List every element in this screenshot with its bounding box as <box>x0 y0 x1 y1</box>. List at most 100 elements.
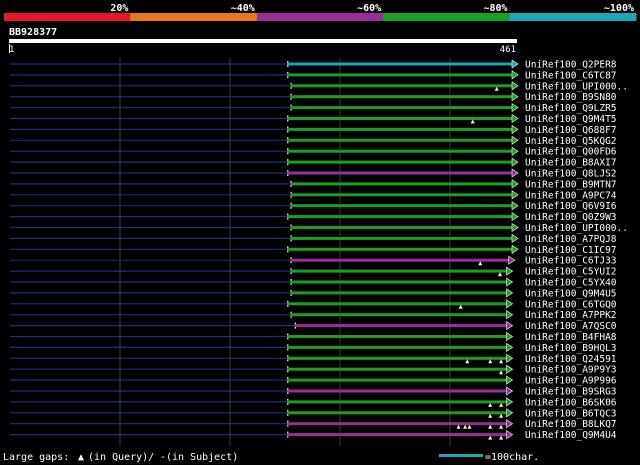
hit-bar[interactable] <box>290 193 512 197</box>
hit-label[interactable]: UniRef100_Q5KQG2 <box>525 136 617 147</box>
hit-row[interactable]: UniRef100_B9HQL3 <box>10 342 617 354</box>
hit-bar[interactable] <box>290 313 507 317</box>
hit-label[interactable]: UniRef100_Q24591 <box>525 354 617 365</box>
hit-row[interactable]: UniRef100_C1IC97 <box>10 244 617 256</box>
hit-bar[interactable] <box>287 378 507 382</box>
hit-label[interactable]: UniRef100_Q6V9I6 <box>525 201 617 212</box>
hit-bar[interactable] <box>287 400 507 404</box>
hit-bar[interactable] <box>290 182 512 186</box>
hit-row[interactable]: UniRef100_UPI000.. <box>10 81 628 92</box>
hit-label[interactable]: UniRef100_Q688F7 <box>525 125 617 136</box>
hit-label[interactable]: UniRef100_C5YX40 <box>525 278 617 289</box>
hit-label[interactable]: UniRef100_C5YUI2 <box>525 267 617 278</box>
hit-row[interactable]: UniRef100_Q9M4U4 <box>10 430 617 441</box>
hit-bar[interactable] <box>290 291 507 295</box>
hit-bar[interactable] <box>290 226 512 229</box>
hit-bar[interactable] <box>290 95 512 99</box>
hit-label[interactable]: UniRef100_UPI000.. <box>525 223 628 234</box>
hit-bar[interactable] <box>287 138 512 142</box>
hit-row[interactable]: UniRef100_Q9LZR5 <box>10 103 617 114</box>
hit-row[interactable]: UniRef100_Q9M4U5 <box>10 288 617 299</box>
hit-bar[interactable] <box>290 236 512 240</box>
hit-row[interactable]: UniRef100_C6TC87 <box>10 70 617 81</box>
hit-row[interactable]: UniRef100_Q24591 <box>10 353 617 365</box>
hit-row[interactable]: UniRef100_B4FHA8 <box>10 331 617 343</box>
hit-bar[interactable] <box>287 367 507 371</box>
hit-label[interactable]: UniRef100_B9SRG3 <box>525 387 617 398</box>
hit-row[interactable]: UniRef100_A7PPK2 <box>10 310 617 321</box>
hit-row[interactable]: UniRef100_A9P996 <box>10 375 617 387</box>
hit-label[interactable]: UniRef100_B4FHA8 <box>525 332 617 343</box>
hit-label[interactable]: UniRef100_Q8LJS2 <box>525 169 617 180</box>
hit-bar[interactable] <box>287 411 507 415</box>
hit-bar[interactable] <box>287 302 507 306</box>
hit-row[interactable]: UniRef100_Q0Z9W3 <box>10 212 617 223</box>
hit-bar[interactable] <box>287 73 512 77</box>
hit-bar[interactable] <box>287 160 512 164</box>
hit-bar[interactable] <box>287 149 512 153</box>
hit-bar[interactable] <box>287 422 507 426</box>
hit-row[interactable]: UniRef100_Q2PER8 <box>10 59 617 71</box>
hit-row[interactable]: UniRef100_C6TJ33 <box>10 255 617 267</box>
hit-bar[interactable] <box>287 335 507 338</box>
hit-row[interactable]: UniRef100_C5YX40 <box>10 277 617 289</box>
hit-bar[interactable] <box>287 117 512 120</box>
hit-row[interactable]: UniRef100_Q00FD6 <box>10 146 617 158</box>
hit-row[interactable]: UniRef100_A7PQJ8 <box>10 233 617 245</box>
hit-label[interactable]: UniRef100_A7QSC0 <box>525 321 617 332</box>
hit-bar[interactable] <box>287 345 507 349</box>
hit-label[interactable]: UniRef100_Q00FD6 <box>525 147 617 158</box>
hit-bar[interactable] <box>287 62 512 66</box>
hit-label[interactable]: UniRef100_C6TC87 <box>525 70 617 81</box>
hit-bar[interactable] <box>287 389 507 393</box>
hit-bar[interactable] <box>290 204 512 208</box>
hit-row[interactable]: UniRef100_B8AXI7 <box>10 157 617 169</box>
hit-label[interactable]: UniRef100_C6TGQ0 <box>525 299 617 310</box>
hit-row[interactable]: UniRef100_B9SN80 <box>10 92 617 103</box>
hit-row[interactable]: UniRef100_B8LKQ7 <box>10 419 617 430</box>
hit-row[interactable]: UniRef100_A9PC74 <box>10 190 617 201</box>
hit-label[interactable]: UniRef100_UPI000.. <box>525 81 628 92</box>
hit-label[interactable]: UniRef100_A9PC74 <box>525 190 617 201</box>
hit-bar[interactable] <box>290 84 512 88</box>
hit-bar[interactable] <box>287 247 512 251</box>
hit-label[interactable]: UniRef100_A9P9Y3 <box>525 365 617 376</box>
hit-bar[interactable] <box>290 258 509 262</box>
hit-label[interactable]: UniRef100_B8AXI7 <box>525 158 617 169</box>
hit-label[interactable]: UniRef100_Q2PER8 <box>525 60 617 71</box>
hit-row[interactable]: UniRef100_C5YUI2 <box>10 266 617 278</box>
hit-row[interactable]: UniRef100_B9MTN7 <box>10 179 617 190</box>
hit-bar[interactable] <box>290 269 507 273</box>
hit-row[interactable]: UniRef100_UPI000.. <box>10 222 628 234</box>
hit-row[interactable]: UniRef100_B6SK06 <box>10 397 617 408</box>
hit-bar[interactable] <box>290 106 512 110</box>
hit-row[interactable]: UniRef100_Q8LJS2 <box>10 168 617 180</box>
hit-row[interactable]: UniRef100_C6TGQ0 <box>10 299 617 310</box>
hit-bar[interactable] <box>287 433 507 437</box>
hit-label[interactable]: UniRef100_A7PQJ8 <box>525 234 617 245</box>
hit-row[interactable]: UniRef100_B9SRG3 <box>10 386 617 398</box>
hit-bar[interactable] <box>287 356 507 360</box>
hit-row[interactable]: UniRef100_Q6V9I6 <box>10 201 617 212</box>
hit-row[interactable]: UniRef100_Q5KQG2 <box>10 135 617 147</box>
hit-label[interactable]: UniRef100_B6SK06 <box>525 397 617 408</box>
hit-row[interactable]: UniRef100_B6TQC3 <box>10 408 617 419</box>
hit-label[interactable]: UniRef100_Q9LZR5 <box>525 103 617 114</box>
hit-row[interactable]: UniRef100_Q9M4T5 <box>10 113 617 125</box>
hit-label[interactable]: UniRef100_B9HQL3 <box>525 343 617 354</box>
hit-bar[interactable] <box>294 324 507 328</box>
hit-label[interactable]: UniRef100_A9P996 <box>525 376 617 387</box>
hit-row[interactable]: UniRef100_A7QSC0 <box>10 321 617 332</box>
hit-label[interactable]: UniRef100_Q9M4U5 <box>525 288 617 299</box>
hit-bar[interactable] <box>290 280 507 284</box>
hit-bar[interactable] <box>287 127 512 131</box>
hit-label[interactable]: UniRef100_B9SN80 <box>525 92 617 103</box>
hit-label[interactable]: UniRef100_C1IC97 <box>525 245 617 256</box>
hit-label[interactable]: UniRef100_B6TQC3 <box>525 408 617 419</box>
hit-row[interactable]: UniRef100_Q688F7 <box>10 124 617 136</box>
hit-bar[interactable] <box>287 215 512 219</box>
hit-label[interactable]: UniRef100_A7PPK2 <box>525 310 617 321</box>
hit-label[interactable]: UniRef100_B8LKQ7 <box>525 419 617 430</box>
hit-label[interactable]: UniRef100_Q0Z9W3 <box>525 212 617 223</box>
hit-bar[interactable] <box>287 171 512 175</box>
